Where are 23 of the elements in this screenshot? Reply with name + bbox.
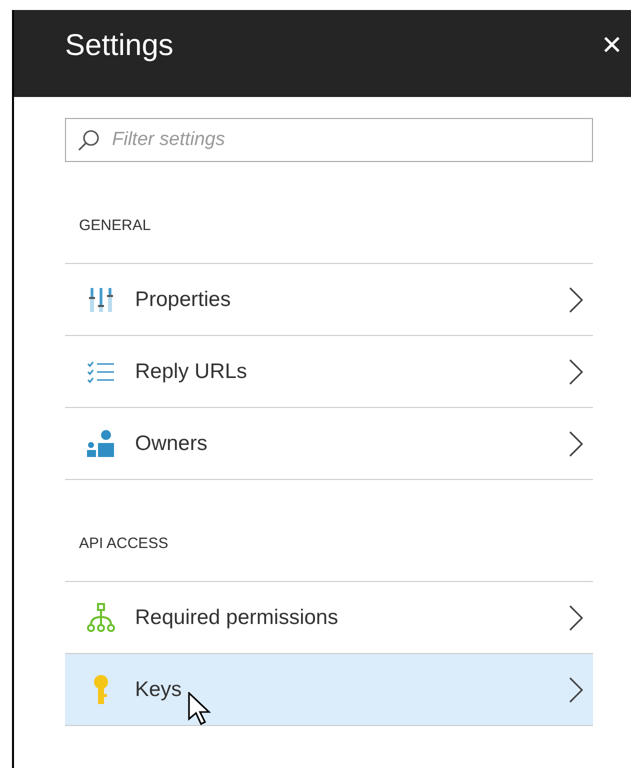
chevron-right-icon <box>569 286 583 312</box>
chevron-right-icon <box>569 430 583 456</box>
chevron-right-icon <box>569 358 583 384</box>
key-icon <box>91 674 111 706</box>
chevron-right-icon <box>569 604 583 630</box>
item-label: Keys <box>135 676 183 703</box>
section-heading: API ACCESS <box>79 534 168 554</box>
item-label: Owners <box>135 430 208 457</box>
window-title: Settings <box>65 28 174 64</box>
mouse-cursor-icon <box>188 692 212 728</box>
checklist-icon <box>87 360 115 384</box>
search-icon <box>78 129 100 151</box>
settings-item[interactable]: Keys <box>65 654 593 726</box>
filter-field[interactable]: Filter settings <box>65 118 593 162</box>
section-heading: GENERAL <box>79 216 151 236</box>
hierarchy-icon <box>86 602 116 632</box>
item-label: Reply URLs <box>135 358 248 385</box>
people-icon <box>86 428 116 458</box>
chevron-right-icon <box>569 676 583 702</box>
item-label: Required permissions <box>135 604 340 631</box>
close-button[interactable]: ✕ <box>601 30 623 60</box>
sliders-icon <box>87 286 115 314</box>
item-label: Properties <box>135 286 232 313</box>
